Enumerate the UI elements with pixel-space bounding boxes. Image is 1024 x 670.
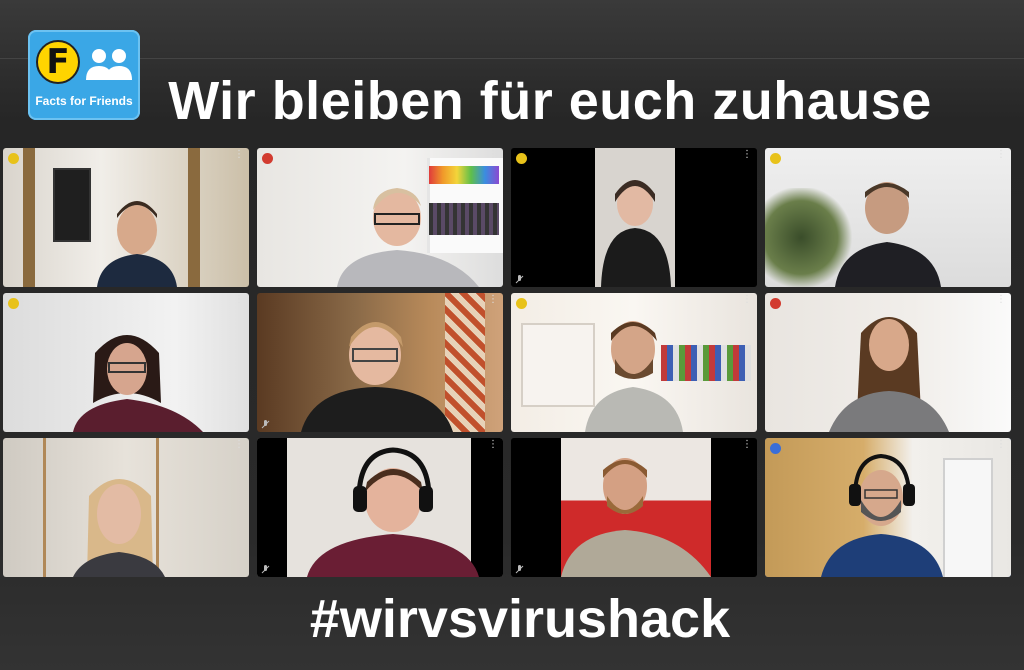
mic-icon: [261, 420, 270, 429]
participant-grid: ⋮ ⋮ ⋮ ⋮ ⋮ ⋮ ⋮ ⋮ ⋮ ⋮ ⋮ ⋮: [3, 148, 1013, 578]
hashtag: #wirvsvirushack: [309, 589, 731, 649]
status-badge: [770, 298, 781, 309]
status-badge: [262, 153, 273, 164]
participant-video: [307, 447, 479, 577]
more-menu-icon[interactable]: ⋮: [742, 440, 752, 450]
participant-video: [337, 188, 479, 287]
more-menu-icon[interactable]: ⋮: [742, 295, 752, 305]
status-badge: [8, 298, 19, 309]
divider: [0, 58, 1024, 59]
video-tile-10[interactable]: ⋮: [257, 438, 503, 577]
video-tile-11[interactable]: ⋮: [511, 438, 757, 577]
participant-video: [829, 317, 949, 432]
participant-video: [585, 321, 683, 432]
more-menu-icon[interactable]: ⋮: [234, 295, 244, 305]
mic-icon: [261, 565, 270, 574]
video-tile-7[interactable]: ⋮: [511, 293, 757, 432]
more-menu-icon[interactable]: ⋮: [742, 150, 752, 160]
more-menu-icon[interactable]: ⋮: [996, 295, 1006, 305]
more-menu-icon[interactable]: ⋮: [488, 440, 498, 450]
more-menu-icon[interactable]: ⋮: [488, 295, 498, 305]
more-menu-icon[interactable]: ⋮: [996, 150, 1006, 160]
status-badge: [8, 153, 19, 164]
mic-icon: [515, 565, 524, 574]
headline: Wir bleiben für euch zuhause: [168, 71, 932, 131]
participant-video: [835, 182, 941, 287]
people-icon: [86, 49, 132, 80]
video-tile-5[interactable]: ⋮: [3, 293, 249, 432]
status-badge: [770, 443, 781, 454]
facts-for-friends-logo: F Facts for Friends: [28, 30, 140, 120]
more-menu-icon[interactable]: ⋮: [234, 150, 244, 160]
video-tile-4[interactable]: ⋮: [765, 148, 1011, 287]
video-call-frame: F Facts for Friends Wir bleiben für euch…: [0, 0, 1024, 670]
logo-brand-text: Facts for Friends: [35, 94, 133, 108]
status-badge: [516, 298, 527, 309]
video-tile-2[interactable]: ⋮: [257, 148, 503, 287]
mic-icon: [515, 275, 524, 284]
video-tile-6[interactable]: ⋮: [257, 293, 503, 432]
video-tile-1[interactable]: ⋮: [3, 148, 249, 287]
video-tile-3[interactable]: ⋮: [511, 148, 757, 287]
more-menu-icon[interactable]: ⋮: [996, 440, 1006, 450]
status-badge: [770, 153, 781, 164]
participant-video: [561, 458, 711, 577]
participant-video: [601, 180, 671, 287]
participant-video: [73, 479, 165, 577]
participant-video: [301, 322, 453, 432]
status-badge: [516, 153, 527, 164]
video-tile-12[interactable]: ⋮: [765, 438, 1011, 577]
participant-video: [97, 201, 177, 287]
video-tile-9[interactable]: ⋮: [3, 438, 249, 577]
more-menu-icon[interactable]: ⋮: [234, 440, 244, 450]
more-menu-icon[interactable]: ⋮: [488, 150, 498, 160]
participant-video: [73, 335, 203, 432]
logo-letter-f: F: [36, 40, 80, 84]
video-tile-8[interactable]: ⋮: [765, 293, 1011, 432]
participant-video: [821, 453, 943, 577]
